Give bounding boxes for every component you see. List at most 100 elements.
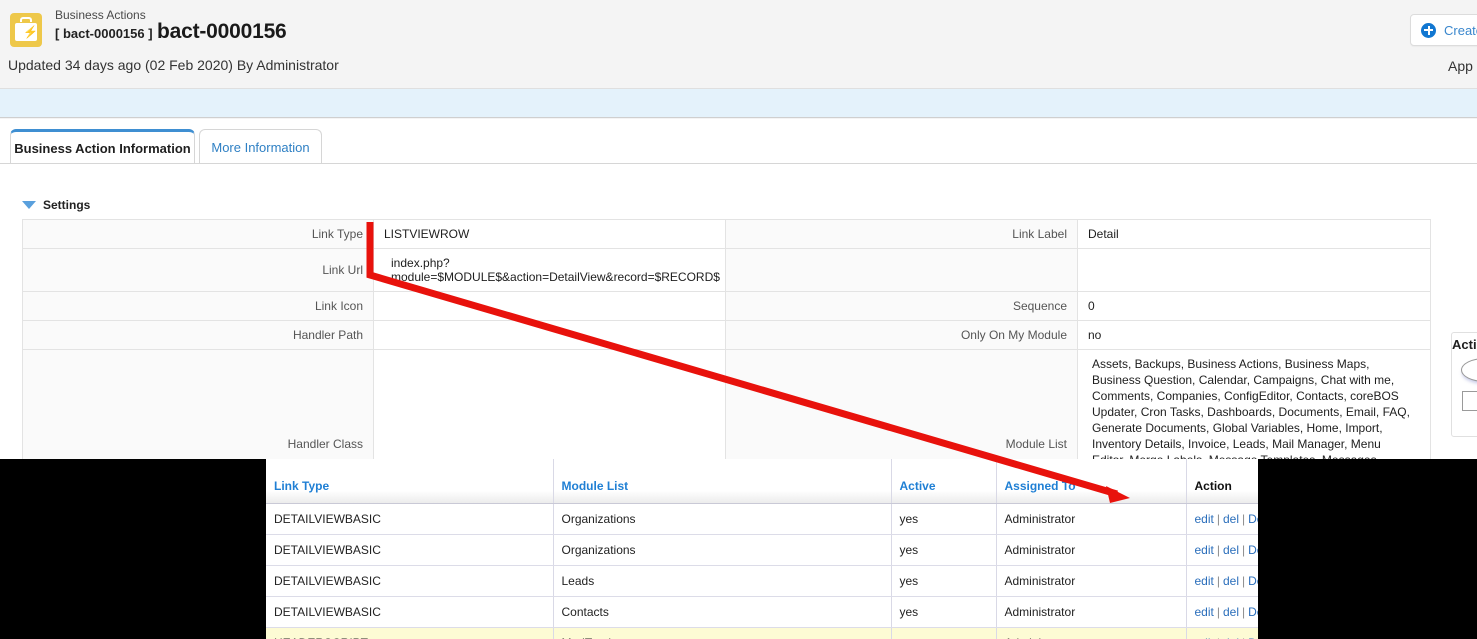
action-separator: | bbox=[1242, 574, 1246, 588]
table-row: Link Type LISTVIEWROW Link Label Detail bbox=[22, 219, 1431, 249]
cell-link-type: HEADERSCRIPT bbox=[266, 627, 554, 639]
detail-link[interactable]: Detail bbox=[1248, 605, 1258, 619]
field-label-sequence: Sequence bbox=[725, 291, 1078, 321]
settings-section-header[interactable]: Settings bbox=[22, 194, 1430, 216]
cell-assigned-to: Administrator bbox=[996, 627, 1187, 639]
cell-assigned-to: Administrator bbox=[996, 596, 1187, 628]
cell-action: edit|del|Detail bbox=[1186, 565, 1258, 597]
cell-module-list: Contacts bbox=[553, 596, 892, 628]
lightning-bolt-icon: ⚡ bbox=[23, 25, 38, 39]
info-banner-strip bbox=[0, 88, 1477, 118]
edit-link[interactable]: edit bbox=[1195, 574, 1214, 588]
cell-module-list: Leads bbox=[553, 565, 892, 597]
breadcrumb-module-name[interactable]: Business Actions bbox=[55, 8, 146, 22]
edit-link[interactable]: edit bbox=[1195, 543, 1214, 557]
field-label-only-on-my-module: Only On My Module bbox=[725, 320, 1078, 350]
business-actions-module-icon: ⚡ bbox=[10, 13, 42, 47]
tab-business-action-information[interactable]: Business Action Information bbox=[10, 129, 195, 164]
record-updated-info: Updated 34 days ago (02 Feb 2020) By Adm… bbox=[8, 57, 339, 73]
cell-active: yes bbox=[891, 565, 997, 597]
detail-link[interactable]: Detail bbox=[1248, 574, 1258, 588]
action-separator: | bbox=[1216, 512, 1220, 526]
table-header-row: Link Type Module List Active Assigned To… bbox=[266, 459, 1258, 504]
table-row: Link Url index.php?module=$MODULE$&actio… bbox=[22, 248, 1431, 292]
cell-action: edit|del|Detail bbox=[1186, 503, 1258, 535]
action-separator: | bbox=[1242, 512, 1246, 526]
table-row: Handler Path Only On My Module no bbox=[22, 320, 1431, 350]
cell-assigned-to: Administrator bbox=[996, 503, 1187, 535]
delete-link[interactable]: del bbox=[1223, 605, 1239, 619]
action-separator: | bbox=[1216, 574, 1220, 588]
record-header: ⚡ Business Actions [ bact-0000156 ] bact… bbox=[0, 0, 1477, 88]
rectangle-shape-icon[interactable] bbox=[1462, 391, 1477, 411]
actions-side-panel-title: Acti bbox=[1452, 337, 1477, 352]
action-separator: | bbox=[1242, 605, 1246, 619]
cell-assigned-to: Administrator bbox=[996, 534, 1187, 566]
tab-more-information[interactable]: More Information bbox=[199, 129, 322, 164]
cell-active: yes bbox=[891, 596, 997, 628]
record-number: [ bact-0000156 ] bbox=[55, 26, 153, 41]
action-separator: | bbox=[1216, 605, 1220, 619]
cell-active: yes bbox=[891, 627, 997, 639]
delete-link[interactable]: del bbox=[1223, 512, 1239, 526]
plus-circle-icon bbox=[1421, 22, 1436, 38]
field-label-empty-1 bbox=[725, 248, 1078, 292]
briefcase-handle-icon bbox=[20, 17, 32, 22]
caret-down-icon[interactable] bbox=[22, 201, 36, 209]
column-header-active[interactable]: Active bbox=[891, 459, 997, 504]
field-value-only-on-my-module[interactable]: no bbox=[1077, 320, 1431, 350]
app-menu-label[interactable]: App bbox=[1448, 58, 1473, 74]
cell-module-list: ModTracker bbox=[553, 627, 892, 639]
edit-link[interactable]: edit bbox=[1195, 512, 1214, 526]
cell-link-type: DETAILVIEWBASIC bbox=[266, 503, 554, 535]
cell-action: edit|del|Detail bbox=[1186, 596, 1258, 628]
page-title: bact-0000156 bbox=[157, 20, 287, 43]
cell-action: edit|del|Detail bbox=[1186, 534, 1258, 566]
create-button[interactable]: Create bbox=[1410, 14, 1477, 46]
page-root: ⚡ Business Actions [ bact-0000156 ] bact… bbox=[0, 0, 1477, 639]
related-list-table: Link Type Module List Active Assigned To… bbox=[266, 459, 1258, 639]
cell-link-type: DETAILVIEWBASIC bbox=[266, 534, 554, 566]
delete-link[interactable]: del bbox=[1223, 543, 1239, 557]
field-value-link-url[interactable]: index.php?module=$MODULE$&action=DetailV… bbox=[373, 248, 726, 292]
field-value-handler-path[interactable] bbox=[373, 320, 726, 350]
detail-link[interactable]: Detail bbox=[1248, 543, 1258, 557]
table-row: DETAILVIEWBASIC Leads yes Administrator edit… bbox=[266, 565, 1258, 597]
delete-link[interactable]: del bbox=[1223, 574, 1239, 588]
detail-link[interactable]: Detail bbox=[1248, 512, 1258, 526]
field-label-link-label: Link Label bbox=[725, 219, 1078, 249]
table-row: DETAILVIEWBASIC Contacts yes Administrator e… bbox=[266, 596, 1258, 628]
table-row: HEADERSCRIPTModTrackeryesAdministratored… bbox=[266, 627, 1258, 639]
field-value-link-type[interactable]: LISTVIEWROW bbox=[373, 219, 726, 249]
related-business-actions-list: Link Type Module List Active Assigned To… bbox=[266, 459, 1258, 639]
settings-section-title: Settings bbox=[43, 198, 91, 212]
cell-module-list: Organizations bbox=[553, 503, 892, 535]
column-header-link-type[interactable]: Link Type bbox=[266, 459, 554, 504]
column-header-module-list[interactable]: Module List bbox=[553, 459, 892, 504]
cell-link-type: DETAILVIEWBASIC bbox=[266, 565, 554, 597]
cell-module-list: Organizations bbox=[553, 534, 892, 566]
cell-active: yes bbox=[891, 534, 997, 566]
field-value-sequence[interactable]: 0 bbox=[1077, 291, 1431, 321]
cell-assigned-to: Administrator bbox=[996, 565, 1187, 597]
column-header-action: Action bbox=[1186, 459, 1258, 504]
cell-link-type: DETAILVIEWBASIC bbox=[266, 596, 554, 628]
field-label-link-type: Link Type bbox=[22, 219, 374, 249]
field-label-handler-path: Handler Path bbox=[22, 320, 374, 350]
field-value-link-label[interactable]: Detail bbox=[1077, 219, 1431, 249]
column-header-assigned-to[interactable]: Assigned To bbox=[996, 459, 1187, 504]
action-separator: | bbox=[1216, 543, 1220, 557]
field-label-link-url: Link Url bbox=[22, 248, 374, 292]
detail-view-tabs: Business Action Information More Informa… bbox=[0, 119, 1477, 164]
table-row: DETAILVIEWBASIC Organizations yes Administr… bbox=[266, 503, 1258, 535]
table-row: DETAILVIEWBASIC Organizations yes Administr… bbox=[266, 534, 1258, 566]
action-separator: | bbox=[1242, 543, 1246, 557]
cell-active: yes bbox=[891, 503, 997, 535]
field-label-link-icon: Link Icon bbox=[22, 291, 374, 321]
field-value-empty-1 bbox=[1077, 248, 1431, 292]
create-button-label: Create bbox=[1444, 22, 1477, 38]
table-row: Link Icon Sequence 0 bbox=[22, 291, 1431, 321]
cell-action: edit|del|Detail bbox=[1186, 627, 1258, 639]
edit-link[interactable]: edit bbox=[1195, 605, 1214, 619]
field-value-link-icon[interactable] bbox=[373, 291, 726, 321]
